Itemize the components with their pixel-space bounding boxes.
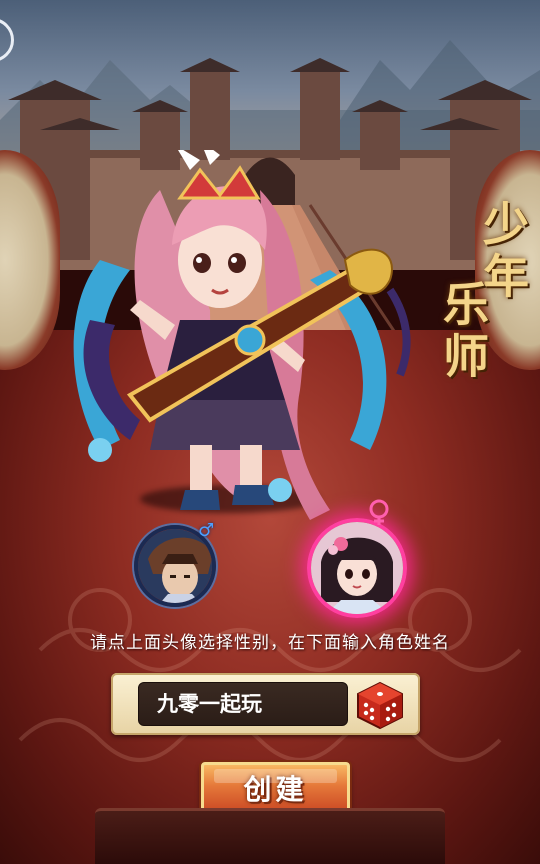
character-portrait xyxy=(73,150,411,520)
male-symbol-icon: ♂ xyxy=(198,520,215,541)
female-symbol-icon xyxy=(369,499,389,525)
female-avatar-icon xyxy=(311,522,403,614)
instruction-text: 请点上面头像选择性别，在下面输入角色姓名 xyxy=(90,633,450,653)
class-title-line2: 乐师 xyxy=(436,280,490,384)
character-creation-screen: 少年 乐师 ♂ 请点上面头像选择性别，在下面输入角色姓名 九零一起玩 创建 xyxy=(0,0,540,864)
dice-icon xyxy=(357,681,403,730)
female-avatar-button[interactable] xyxy=(307,518,407,618)
name-panel xyxy=(111,673,420,735)
name-input[interactable] xyxy=(138,682,348,726)
random-name-button[interactable] xyxy=(354,679,406,731)
bottom-plinth xyxy=(95,808,445,864)
class-title: 少年 乐师 xyxy=(430,200,530,400)
